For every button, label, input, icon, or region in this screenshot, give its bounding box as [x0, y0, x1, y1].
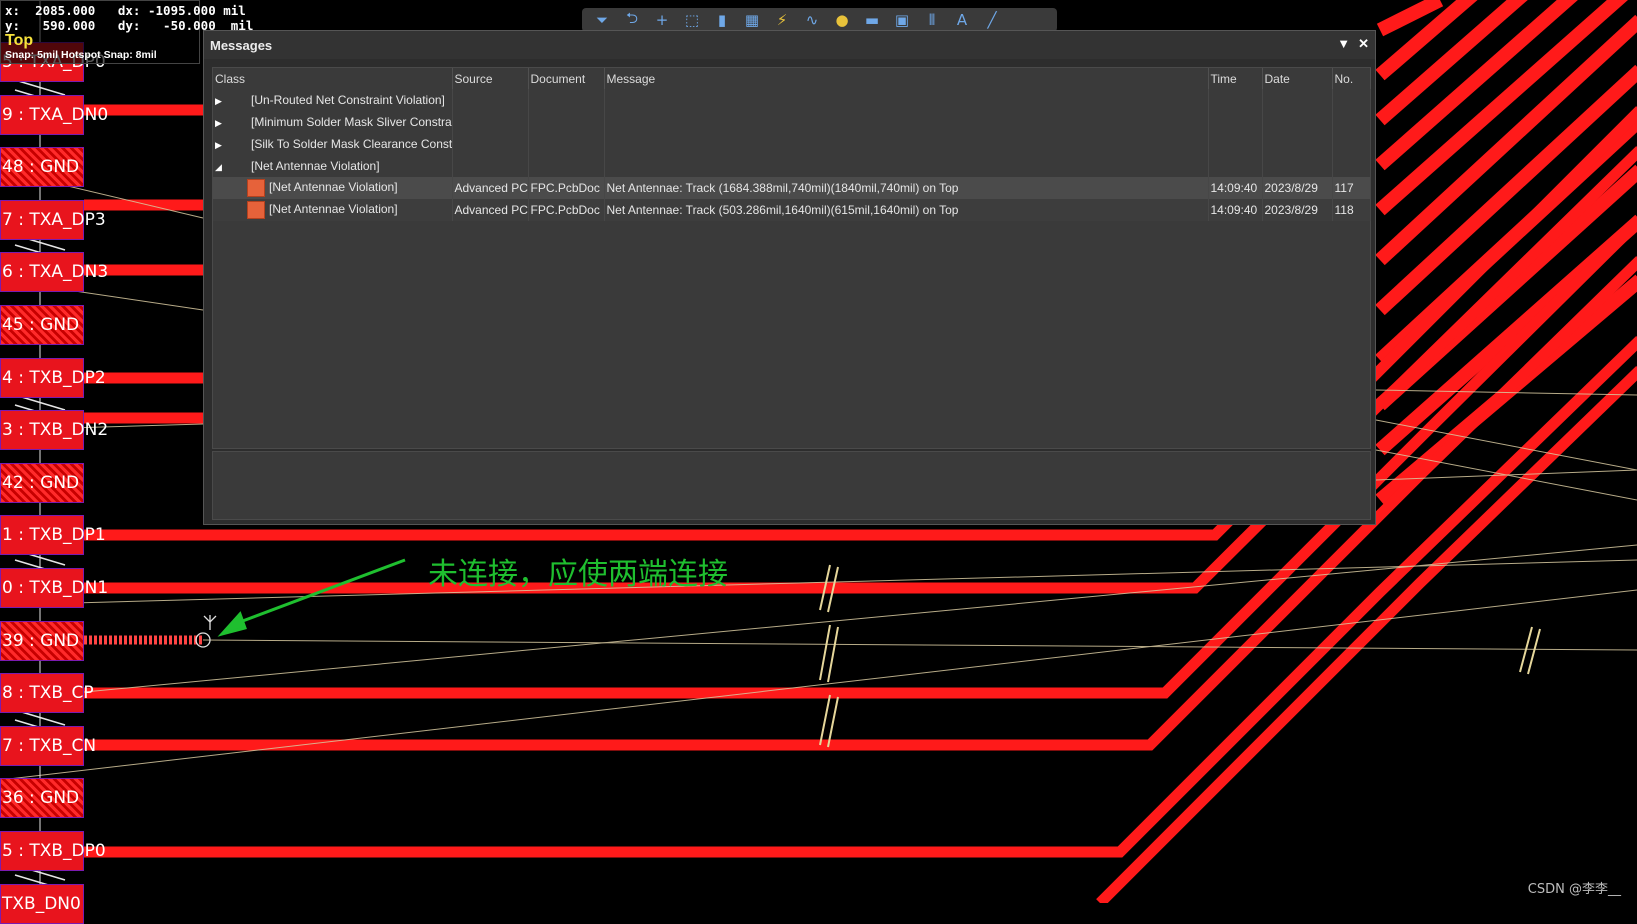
message-time: 14:09:40	[1208, 199, 1263, 221]
column-header-source[interactable]: Source	[452, 68, 529, 89]
group-row[interactable]: ◢ [Net Antennae Violation]	[213, 155, 1371, 177]
pad-label: 1 : TXB_DP1	[2, 525, 106, 545]
pad-label: 4 : TXB_DP2	[2, 368, 106, 388]
pad-label: 48 : GND	[2, 157, 80, 177]
pad-label: TXB_DN0	[2, 894, 81, 914]
column-header-document[interactable]: Document	[528, 68, 605, 89]
watermark: CSDN @李李__	[1527, 882, 1621, 897]
pad-label: 8 : TXB_CP	[2, 683, 94, 703]
messages-grid: Class Source Document Message Time Date …	[212, 67, 1371, 449]
cross-icon[interactable]: +	[650, 10, 674, 30]
close-icon[interactable]: ✕	[1358, 36, 1369, 52]
violation-icon	[247, 179, 265, 197]
group-row[interactable]: ▶ [Minimum Solder Mask Sliver Constraint	[213, 111, 1371, 133]
line-icon[interactable]: ╱	[980, 10, 1004, 30]
column-header-class[interactable]: Class	[213, 68, 453, 89]
panel-menu-icon[interactable]: ▼	[1337, 36, 1350, 52]
message-source: Advanced PCB	[452, 177, 529, 199]
current-layer: Top	[5, 32, 34, 49]
message-text: Net Antennae: Track (1684.388mil,740mil)…	[604, 177, 1209, 199]
route-tune-icon[interactable]: ⚡	[770, 10, 794, 30]
interactive-length-icon[interactable]: ∿	[800, 10, 824, 30]
group-label: [Silk To Solder Mask Clearance Constrai	[251, 137, 452, 151]
column-header-time[interactable]: Time	[1208, 68, 1263, 89]
group-row[interactable]: ▶ [Silk To Solder Mask Clearance Constrai	[213, 133, 1371, 155]
via-icon[interactable]: ●	[830, 10, 854, 30]
text-icon[interactable]: A	[950, 10, 974, 30]
pad-label: 7 : TXA_DP3	[2, 210, 106, 230]
table-header: Class Source Document Message Time Date …	[213, 68, 1371, 89]
column-header-message[interactable]: Message	[604, 68, 1209, 89]
violation-icon	[247, 201, 265, 219]
pad-label: 6 : TXA_DN3	[2, 262, 109, 282]
annotation-arrow	[217, 558, 406, 637]
snap-settings: Snap: 5mil Hotspot Snap: 8mil	[5, 49, 157, 61]
messages-title: Messages	[210, 37, 273, 53]
pad-label: 0 : TXB_DN1	[2, 578, 109, 598]
message-class: [Net Antennae Violation]	[269, 202, 398, 217]
bar-chart-icon[interactable]: ▮	[710, 10, 734, 30]
pad-label: 36 : GND	[2, 788, 80, 808]
message-class: [Net Antennae Violation]	[269, 180, 398, 195]
align-icon[interactable]: ⫴	[920, 10, 944, 30]
group-row[interactable]: ▶ [Un-Routed Net Constraint Violation]	[213, 89, 1371, 111]
message-date: 2023/8/29	[1262, 177, 1333, 199]
filter-icon[interactable]: ⏷	[590, 10, 614, 30]
message-row[interactable]: [Net Antennae Violation] Advanced PCB FP…	[213, 177, 1371, 199]
active-bar: ⏷ ⮌ + ⬚ ▮ ▦ ⚡ ∿ ● ▬ ▣ ⫴ A ╱	[582, 8, 1057, 32]
expand-arrow-icon[interactable]: ▶	[215, 140, 231, 151]
messages-panel: Messages ▼ ✕ Class Source Document Messa…	[203, 30, 1376, 525]
messages-title-bar[interactable]: Messages ▼ ✕	[204, 31, 1375, 59]
route-icon[interactable]: ⮌	[620, 9, 644, 30]
message-document: FPC.PcbDoc	[528, 177, 605, 199]
column-header-date[interactable]: Date	[1262, 68, 1333, 89]
pad-label: 45 : GND	[2, 315, 80, 335]
expand-arrow-icon[interactable]: ▶	[215, 118, 231, 129]
message-date: 2023/8/29	[1262, 199, 1333, 221]
message-number: 117	[1332, 177, 1371, 199]
annotation-text: 未连接，应使两端连接	[428, 557, 728, 592]
message-time: 14:09:40	[1208, 177, 1263, 199]
region-icon[interactable]: ▣	[890, 10, 914, 30]
fill-icon[interactable]: ▬	[860, 10, 884, 30]
pad-label: 5 : TXB_DP0	[2, 841, 106, 861]
expand-arrow-icon[interactable]: ▶	[215, 96, 231, 107]
group-label: [Un-Routed Net Constraint Violation]	[251, 93, 445, 107]
chip-icon[interactable]: ▦	[740, 10, 764, 30]
pad-label: 3 : TXB_DN2	[2, 420, 109, 440]
column-header-no[interactable]: No.	[1332, 68, 1371, 89]
message-row[interactable]: [Net Antennae Violation] Advanced PCB FP…	[213, 199, 1371, 221]
pad-label: 39 : GND	[2, 631, 80, 651]
select-rect-icon[interactable]: ⬚	[680, 10, 704, 30]
x-coordinate: x: 2085.000 dx: -1095.000 mil	[5, 3, 246, 18]
message-number: 118	[1332, 199, 1371, 221]
messages-table: Class Source Document Message Time Date …	[213, 68, 1371, 221]
group-label: [Net Antennae Violation]	[251, 159, 380, 173]
pad-label: 7 : TXB_CN	[2, 736, 97, 756]
coordinates-hud: x: 2085.000 dx: -1095.000 mil y: 590.000…	[0, 0, 254, 64]
message-details-pane	[212, 451, 1371, 520]
y-coordinate: y: 590.000 dy: -50.000 mil	[5, 18, 254, 33]
message-source: Advanced PCB	[452, 199, 529, 221]
message-document: FPC.PcbDoc	[528, 199, 605, 221]
pad-label: 9 : TXA_DN0	[2, 105, 109, 125]
diagonal-traces	[1375, 0, 1637, 506]
pad-label: 42 : GND	[2, 473, 80, 493]
group-label: [Minimum Solder Mask Sliver Constraint	[251, 115, 452, 129]
message-text: Net Antennae: Track (503.286mil,1640mil)…	[604, 199, 1209, 221]
collapse-arrow-icon[interactable]: ◢	[215, 162, 231, 173]
